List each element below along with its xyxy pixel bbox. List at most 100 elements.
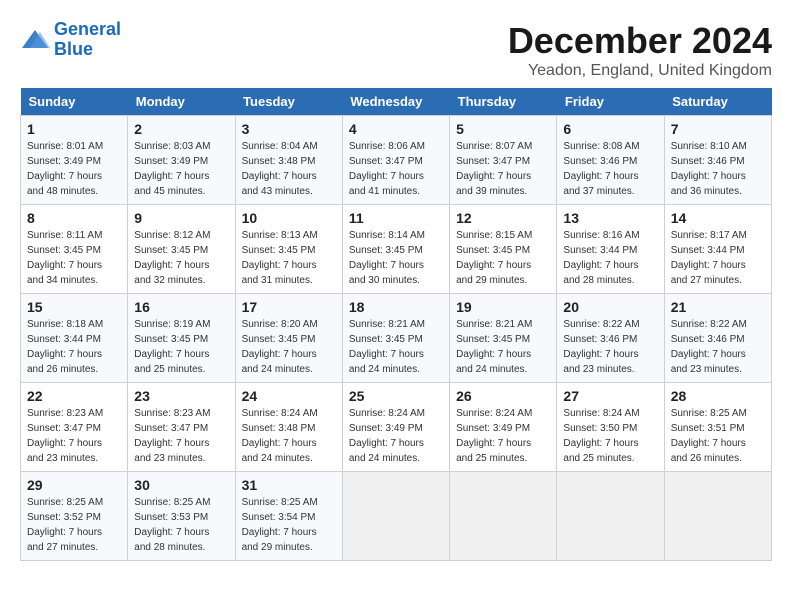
day-info: Sunrise: 8:19 AMSunset: 3:45 PMDaylight:… <box>134 317 228 377</box>
calendar-week-3: 15 Sunrise: 8:18 AMSunset: 3:44 PMDaylig… <box>21 294 772 383</box>
day-info: Sunrise: 8:23 AMSunset: 3:47 PMDaylight:… <box>27 406 121 466</box>
calendar-cell: 26 Sunrise: 8:24 AMSunset: 3:49 PMDaylig… <box>450 383 557 472</box>
day-number: 21 <box>671 299 765 315</box>
day-info: Sunrise: 8:25 AMSunset: 3:51 PMDaylight:… <box>671 406 765 466</box>
calendar-cell: 7 Sunrise: 8:10 AMSunset: 3:46 PMDayligh… <box>664 116 771 205</box>
day-number: 4 <box>349 121 443 137</box>
month-title: December 2024 <box>508 20 772 62</box>
day-number: 10 <box>242 210 336 226</box>
day-number: 30 <box>134 477 228 493</box>
day-number: 9 <box>134 210 228 226</box>
calendar-week-5: 29 Sunrise: 8:25 AMSunset: 3:52 PMDaylig… <box>21 472 772 561</box>
day-number: 2 <box>134 121 228 137</box>
calendar-cell: 21 Sunrise: 8:22 AMSunset: 3:46 PMDaylig… <box>664 294 771 383</box>
day-info: Sunrise: 8:01 AMSunset: 3:49 PMDaylight:… <box>27 139 121 199</box>
calendar-cell: 1 Sunrise: 8:01 AMSunset: 3:49 PMDayligh… <box>21 116 128 205</box>
day-number: 31 <box>242 477 336 493</box>
day-info: Sunrise: 8:17 AMSunset: 3:44 PMDaylight:… <box>671 228 765 288</box>
day-number: 7 <box>671 121 765 137</box>
day-info: Sunrise: 8:04 AMSunset: 3:48 PMDaylight:… <box>242 139 336 199</box>
logo-text: General Blue <box>54 20 121 60</box>
day-info: Sunrise: 8:24 AMSunset: 3:49 PMDaylight:… <box>349 406 443 466</box>
day-info: Sunrise: 8:22 AMSunset: 3:46 PMDaylight:… <box>563 317 657 377</box>
calendar-cell <box>664 472 771 561</box>
header-cell-saturday: Saturday <box>664 88 771 116</box>
day-info: Sunrise: 8:25 AMSunset: 3:53 PMDaylight:… <box>134 495 228 555</box>
calendar-cell: 31 Sunrise: 8:25 AMSunset: 3:54 PMDaylig… <box>235 472 342 561</box>
logo-line1: General <box>54 19 121 39</box>
day-info: Sunrise: 8:15 AMSunset: 3:45 PMDaylight:… <box>456 228 550 288</box>
day-info: Sunrise: 8:21 AMSunset: 3:45 PMDaylight:… <box>349 317 443 377</box>
day-number: 11 <box>349 210 443 226</box>
calendar-table: SundayMondayTuesdayWednesdayThursdayFrid… <box>20 88 772 561</box>
calendar-cell: 30 Sunrise: 8:25 AMSunset: 3:53 PMDaylig… <box>128 472 235 561</box>
day-number: 29 <box>27 477 121 493</box>
day-number: 27 <box>563 388 657 404</box>
day-number: 19 <box>456 299 550 315</box>
calendar-cell: 3 Sunrise: 8:04 AMSunset: 3:48 PMDayligh… <box>235 116 342 205</box>
day-number: 16 <box>134 299 228 315</box>
day-number: 24 <box>242 388 336 404</box>
day-number: 14 <box>671 210 765 226</box>
day-number: 20 <box>563 299 657 315</box>
day-number: 23 <box>134 388 228 404</box>
day-info: Sunrise: 8:10 AMSunset: 3:46 PMDaylight:… <box>671 139 765 199</box>
subtitle: Yeadon, England, United Kingdom <box>508 62 772 80</box>
calendar-cell: 2 Sunrise: 8:03 AMSunset: 3:49 PMDayligh… <box>128 116 235 205</box>
header-cell-thursday: Thursday <box>450 88 557 116</box>
calendar-cell <box>450 472 557 561</box>
calendar-cell: 27 Sunrise: 8:24 AMSunset: 3:50 PMDaylig… <box>557 383 664 472</box>
day-number: 8 <box>27 210 121 226</box>
day-number: 18 <box>349 299 443 315</box>
day-info: Sunrise: 8:16 AMSunset: 3:44 PMDaylight:… <box>563 228 657 288</box>
day-info: Sunrise: 8:12 AMSunset: 3:45 PMDaylight:… <box>134 228 228 288</box>
day-number: 12 <box>456 210 550 226</box>
day-info: Sunrise: 8:14 AMSunset: 3:45 PMDaylight:… <box>349 228 443 288</box>
day-info: Sunrise: 8:11 AMSunset: 3:45 PMDaylight:… <box>27 228 121 288</box>
calendar-cell: 9 Sunrise: 8:12 AMSunset: 3:45 PMDayligh… <box>128 205 235 294</box>
day-info: Sunrise: 8:07 AMSunset: 3:47 PMDaylight:… <box>456 139 550 199</box>
day-info: Sunrise: 8:21 AMSunset: 3:45 PMDaylight:… <box>456 317 550 377</box>
header-cell-wednesday: Wednesday <box>342 88 449 116</box>
calendar-cell: 4 Sunrise: 8:06 AMSunset: 3:47 PMDayligh… <box>342 116 449 205</box>
calendar-header-row: SundayMondayTuesdayWednesdayThursdayFrid… <box>21 88 772 116</box>
day-info: Sunrise: 8:24 AMSunset: 3:48 PMDaylight:… <box>242 406 336 466</box>
calendar-cell: 18 Sunrise: 8:21 AMSunset: 3:45 PMDaylig… <box>342 294 449 383</box>
day-info: Sunrise: 8:06 AMSunset: 3:47 PMDaylight:… <box>349 139 443 199</box>
calendar-cell: 28 Sunrise: 8:25 AMSunset: 3:51 PMDaylig… <box>664 383 771 472</box>
calendar-cell: 5 Sunrise: 8:07 AMSunset: 3:47 PMDayligh… <box>450 116 557 205</box>
calendar-week-1: 1 Sunrise: 8:01 AMSunset: 3:49 PMDayligh… <box>21 116 772 205</box>
calendar-cell: 29 Sunrise: 8:25 AMSunset: 3:52 PMDaylig… <box>21 472 128 561</box>
logo-icon <box>20 28 50 52</box>
day-number: 17 <box>242 299 336 315</box>
day-info: Sunrise: 8:25 AMSunset: 3:54 PMDaylight:… <box>242 495 336 555</box>
day-number: 22 <box>27 388 121 404</box>
day-number: 25 <box>349 388 443 404</box>
day-number: 13 <box>563 210 657 226</box>
calendar-cell: 6 Sunrise: 8:08 AMSunset: 3:46 PMDayligh… <box>557 116 664 205</box>
calendar-cell: 8 Sunrise: 8:11 AMSunset: 3:45 PMDayligh… <box>21 205 128 294</box>
calendar-cell: 20 Sunrise: 8:22 AMSunset: 3:46 PMDaylig… <box>557 294 664 383</box>
day-number: 26 <box>456 388 550 404</box>
day-number: 3 <box>242 121 336 137</box>
day-info: Sunrise: 8:24 AMSunset: 3:49 PMDaylight:… <box>456 406 550 466</box>
day-info: Sunrise: 8:23 AMSunset: 3:47 PMDaylight:… <box>134 406 228 466</box>
day-info: Sunrise: 8:20 AMSunset: 3:45 PMDaylight:… <box>242 317 336 377</box>
day-number: 1 <box>27 121 121 137</box>
day-info: Sunrise: 8:25 AMSunset: 3:52 PMDaylight:… <box>27 495 121 555</box>
calendar-cell: 22 Sunrise: 8:23 AMSunset: 3:47 PMDaylig… <box>21 383 128 472</box>
day-info: Sunrise: 8:08 AMSunset: 3:46 PMDaylight:… <box>563 139 657 199</box>
logo: General Blue <box>20 20 121 60</box>
calendar-body: 1 Sunrise: 8:01 AMSunset: 3:49 PMDayligh… <box>21 116 772 561</box>
calendar-week-4: 22 Sunrise: 8:23 AMSunset: 3:47 PMDaylig… <box>21 383 772 472</box>
day-info: Sunrise: 8:24 AMSunset: 3:50 PMDaylight:… <box>563 406 657 466</box>
day-info: Sunrise: 8:13 AMSunset: 3:45 PMDaylight:… <box>242 228 336 288</box>
logo-line2: Blue <box>54 39 93 59</box>
calendar-cell: 12 Sunrise: 8:15 AMSunset: 3:45 PMDaylig… <box>450 205 557 294</box>
calendar-cell: 11 Sunrise: 8:14 AMSunset: 3:45 PMDaylig… <box>342 205 449 294</box>
calendar-cell: 13 Sunrise: 8:16 AMSunset: 3:44 PMDaylig… <box>557 205 664 294</box>
calendar-cell <box>342 472 449 561</box>
day-number: 5 <box>456 121 550 137</box>
header-cell-tuesday: Tuesday <box>235 88 342 116</box>
day-info: Sunrise: 8:22 AMSunset: 3:46 PMDaylight:… <box>671 317 765 377</box>
